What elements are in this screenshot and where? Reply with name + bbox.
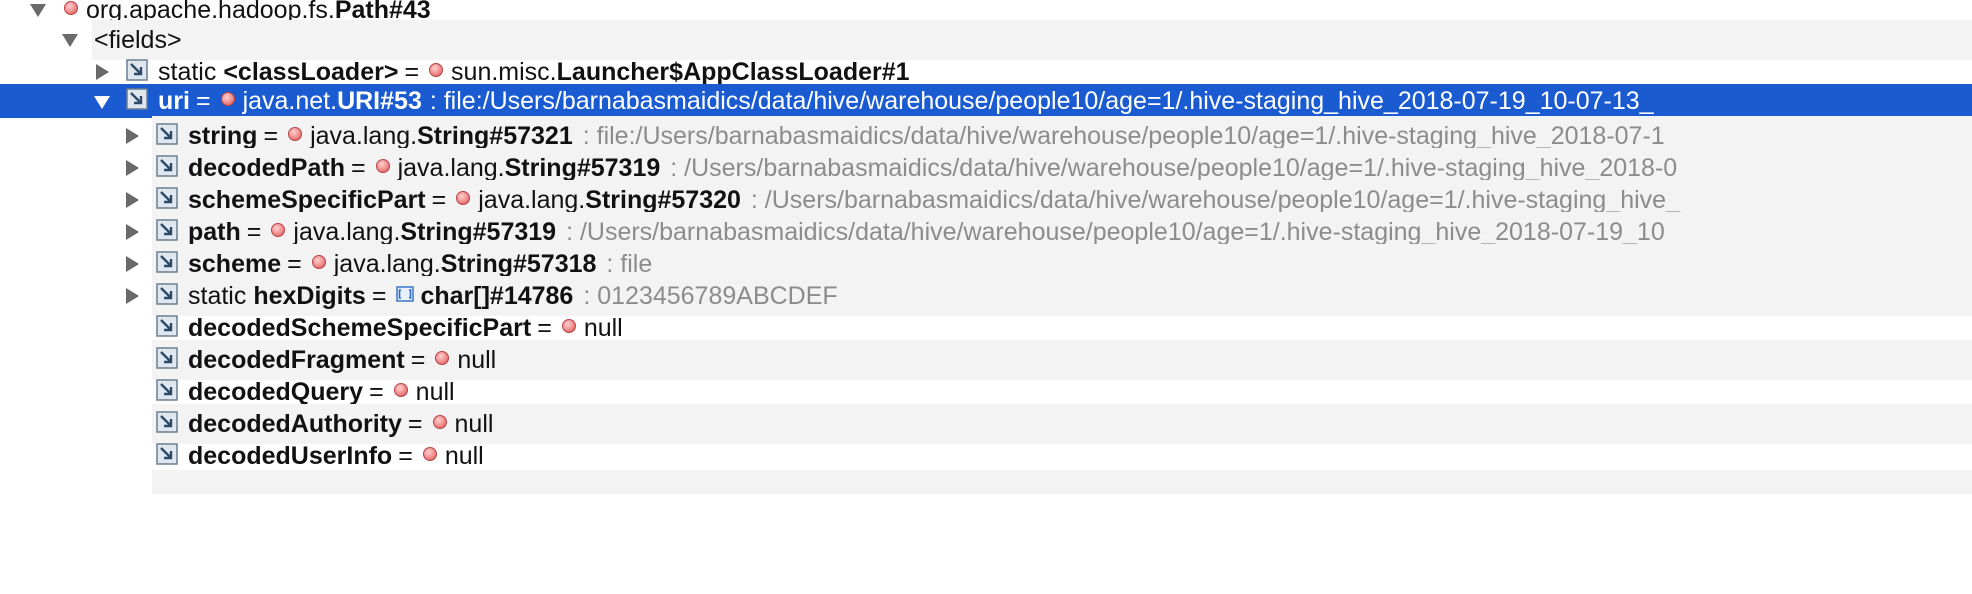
type-name: String#57320: [585, 185, 741, 214]
field-reference-icon: [156, 411, 178, 433]
type-prefix: java.lang.: [310, 121, 418, 150]
field-reference-icon: [126, 88, 148, 110]
field-name: decodedFragment: [188, 345, 405, 374]
object-instance-icon: [561, 319, 576, 333]
tree-node-uri-selected[interactable]: uri = java.net. URI#53 : file:/Users/barn…: [0, 84, 1972, 118]
field-name: scheme: [188, 249, 282, 278]
null-value: null: [454, 409, 494, 438]
field-value: : file: [606, 249, 653, 278]
object-instance-icon: [375, 159, 390, 173]
uri-value: : file:/Users/barnabasmaidics/data/hive/…: [429, 86, 1654, 115]
triangle-down-icon[interactable]: [30, 4, 46, 17]
object-instance-icon: [288, 127, 303, 141]
equals-sign: =: [246, 217, 262, 246]
equals-sign: =: [431, 185, 447, 214]
object-instance-icon: [432, 415, 447, 429]
equals-sign: =: [398, 441, 413, 470]
uri-type-prefix: java.net.: [242, 86, 338, 115]
type-name: char[]#14786: [420, 281, 574, 310]
equals-sign: =: [371, 281, 387, 310]
field-value: : /Users/barnabasmaidics/data/hive/wareh…: [566, 217, 1665, 246]
equals-sign: =: [404, 57, 420, 86]
field-value: : /Users/barnabasmaidics/data/hive/wareh…: [750, 185, 1680, 214]
field-value: : 0123456789ABCDEF: [583, 281, 838, 310]
object-instance-icon: [64, 1, 78, 15]
object-instance-icon: [311, 255, 326, 269]
equals-sign: =: [195, 86, 211, 115]
field-name: hexDigits: [253, 281, 366, 310]
field-reference-icon: [156, 315, 178, 337]
null-value: null: [583, 313, 623, 342]
triangle-right-icon[interactable]: [126, 128, 139, 144]
debugger-variables-tree: org.apache.hadoop.fs. Path#43 <fields> st…: [0, 0, 1972, 594]
equals-sign: =: [410, 345, 426, 374]
triangle-right-icon[interactable]: [126, 256, 139, 272]
object-instance-icon: [422, 447, 437, 461]
uri-name: uri: [158, 86, 190, 115]
object-instance-icon: [393, 383, 408, 397]
field-name: path: [188, 217, 241, 246]
object-instance-icon: [220, 92, 235, 106]
field-reference-icon: [156, 155, 178, 177]
field-name: string: [188, 121, 258, 150]
equals-sign: =: [369, 377, 384, 406]
field-reference-icon: [156, 443, 178, 465]
equals-sign: =: [287, 249, 302, 278]
field-reference-icon: [156, 187, 178, 209]
field-reference-icon: [156, 251, 178, 273]
fields-label: <fields>: [94, 25, 182, 54]
classloader-name: <classLoader>: [223, 57, 399, 86]
type-prefix: java.lang.: [397, 153, 505, 182]
object-instance-icon: [435, 351, 450, 365]
triangle-right-icon[interactable]: [126, 288, 139, 304]
triangle-right-icon[interactable]: [126, 224, 139, 240]
field-name: decodedUserInfo: [188, 441, 393, 470]
equals-sign: =: [407, 409, 423, 438]
array-icon: [396, 286, 415, 302]
field-reference-icon: [156, 283, 178, 305]
classloader-modifier: static: [158, 57, 217, 86]
field-name: decodedPath: [188, 153, 345, 182]
null-value: null: [457, 345, 497, 374]
field-reference-icon: [156, 379, 178, 401]
hexdigits-modifier: static: [188, 281, 247, 310]
classloader-type-name: Launcher$AppClassLoader#1: [556, 57, 910, 86]
equals-sign: =: [263, 121, 279, 150]
uri-type-name: URI#53: [337, 86, 422, 115]
triangle-right-icon[interactable]: [96, 64, 109, 80]
field-reference-icon: [126, 59, 148, 81]
object-instance-icon: [271, 223, 286, 237]
classloader-type-prefix: sun.misc.: [451, 57, 557, 86]
equals-sign: =: [350, 153, 366, 182]
null-value: null: [444, 441, 484, 470]
field-name: decodedAuthority: [188, 409, 402, 438]
field-value: : file:/Users/barnabasmaidics/data/hive/…: [582, 121, 1665, 150]
triangle-down-icon[interactable]: [62, 34, 78, 47]
tree-node-partial: [152, 470, 1972, 494]
field-name: schemeSpecificPart: [188, 185, 426, 214]
field-value: : /Users/barnabasmaidics/data/hive/wareh…: [670, 153, 1678, 182]
type-name: String#57319: [504, 153, 661, 182]
equals-sign: =: [537, 313, 552, 342]
null-value: null: [415, 377, 455, 406]
type-prefix: java.lang.: [478, 185, 586, 214]
type-name: String#57318: [440, 249, 597, 278]
triangle-right-icon[interactable]: [126, 160, 139, 176]
type-prefix: java.lang.: [293, 217, 401, 246]
triangle-right-icon[interactable]: [126, 192, 139, 208]
field-reference-icon: [156, 219, 178, 241]
object-instance-icon: [429, 63, 444, 77]
field-name: decodedSchemeSpecificPart: [188, 313, 532, 342]
triangle-down-icon[interactable]: [94, 96, 110, 109]
object-instance-icon: [456, 191, 471, 205]
type-name: String#57321: [417, 121, 573, 150]
field-reference-icon: [156, 123, 178, 145]
field-reference-icon: [156, 347, 178, 369]
type-prefix: java.lang.: [333, 249, 441, 278]
field-name: decodedQuery: [188, 377, 364, 406]
type-name: String#57319: [400, 217, 557, 246]
